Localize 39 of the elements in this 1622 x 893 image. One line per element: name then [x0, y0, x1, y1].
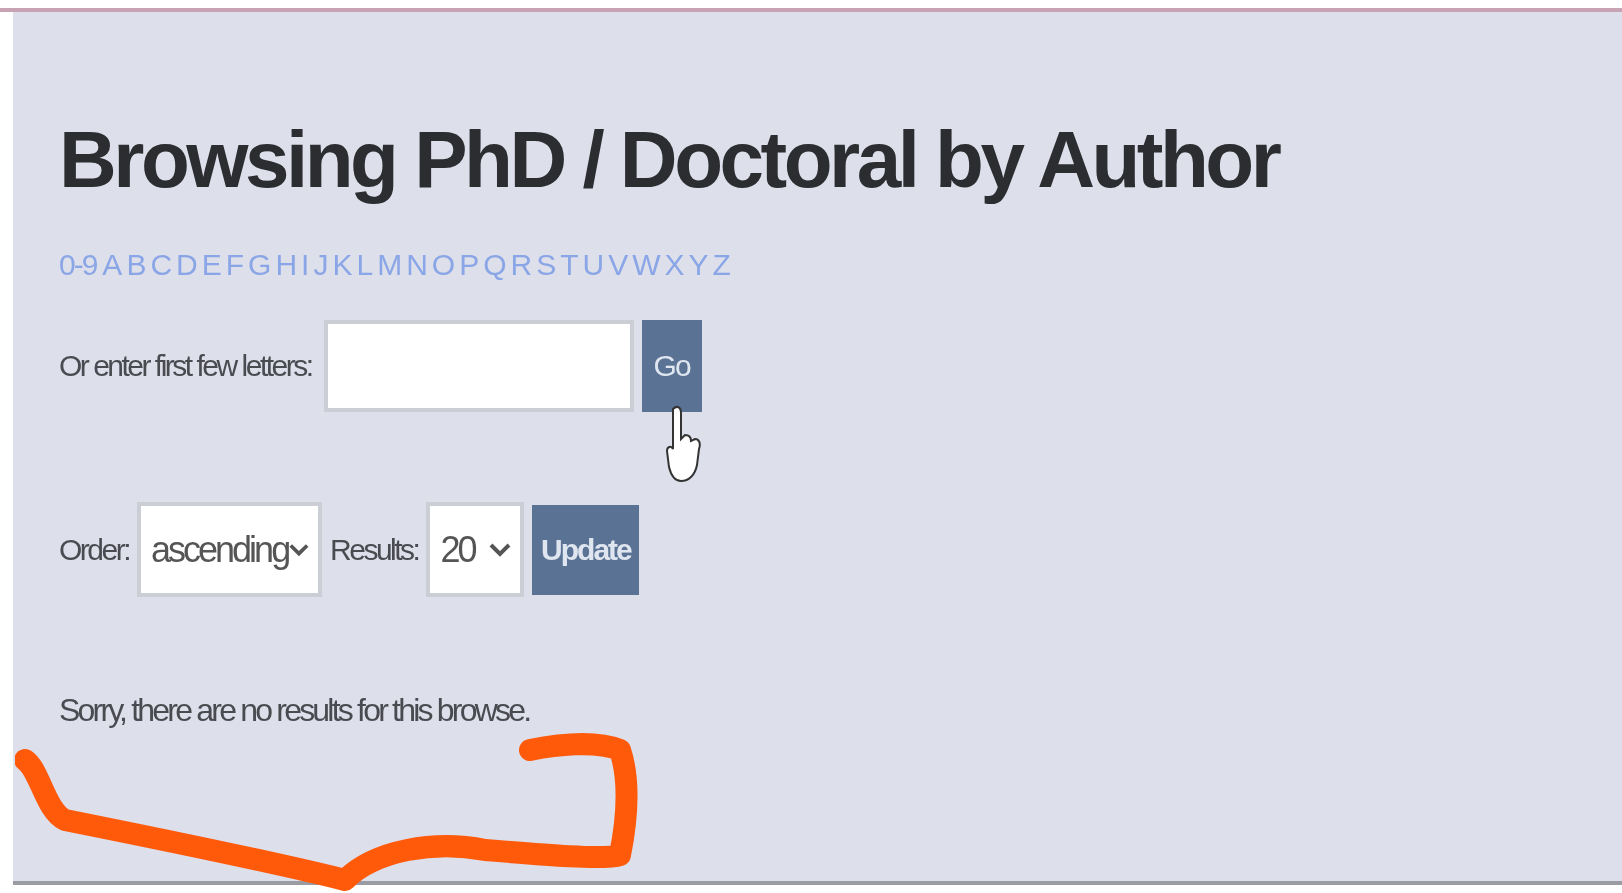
letters-field[interactable]	[323, 320, 634, 412]
letter-link[interactable]: C	[150, 248, 171, 282]
no-results-message: Sorry, there are no results for this browse.	[59, 692, 531, 729]
chevron-icon	[488, 541, 513, 558]
letter-link[interactable]: X	[664, 248, 683, 282]
letter-link[interactable]: B	[126, 248, 145, 282]
letter-link[interactable]: U	[582, 248, 603, 282]
letter-link[interactable]: W	[632, 248, 659, 282]
order-label: Order:	[59, 532, 130, 567]
letter-link[interactable]: K	[332, 248, 351, 282]
letter-link[interactable]: E	[201, 248, 220, 282]
letter-link[interactable]: M	[377, 248, 401, 282]
update-button[interactable]: Update	[532, 504, 640, 595]
letter-link[interactable]: J	[313, 248, 327, 282]
results-label: Results:	[330, 532, 419, 567]
letter-link[interactable]: D	[176, 248, 196, 282]
letter-link[interactable]: T	[560, 248, 577, 282]
letter-link[interactable]: 0-9	[59, 248, 97, 282]
letter-link[interactable]: G	[248, 248, 270, 282]
letter-link[interactable]: O	[431, 248, 454, 282]
letter-link[interactable]: L	[356, 248, 372, 282]
letter-link[interactable]: Z	[712, 248, 729, 282]
letter-link[interactable]: R	[510, 248, 531, 282]
page-heading: Browsing PhD / Doctoral by Author	[59, 114, 1279, 206]
search-label: Or enter first few letters:	[59, 349, 312, 383]
chevron-icon	[288, 541, 311, 558]
letter-link[interactable]: H	[275, 248, 296, 282]
letter-link[interactable]: P	[459, 248, 478, 282]
letter-link[interactable]: Q	[483, 248, 505, 282]
letter-link[interactable]: N	[406, 248, 426, 282]
letter-link[interactable]: A	[102, 248, 121, 282]
letter-link[interactable]: I	[301, 248, 308, 282]
letter-link[interactable]: V	[608, 248, 627, 282]
results-select[interactable]: 20	[426, 502, 525, 597]
letter-link[interactable]: Y	[688, 248, 707, 282]
letter-link[interactable]: S	[536, 248, 555, 282]
order-select[interactable]: ascending	[137, 502, 323, 597]
go-button[interactable]: Go	[641, 320, 702, 412]
letter-link[interactable]: F	[225, 248, 243, 282]
